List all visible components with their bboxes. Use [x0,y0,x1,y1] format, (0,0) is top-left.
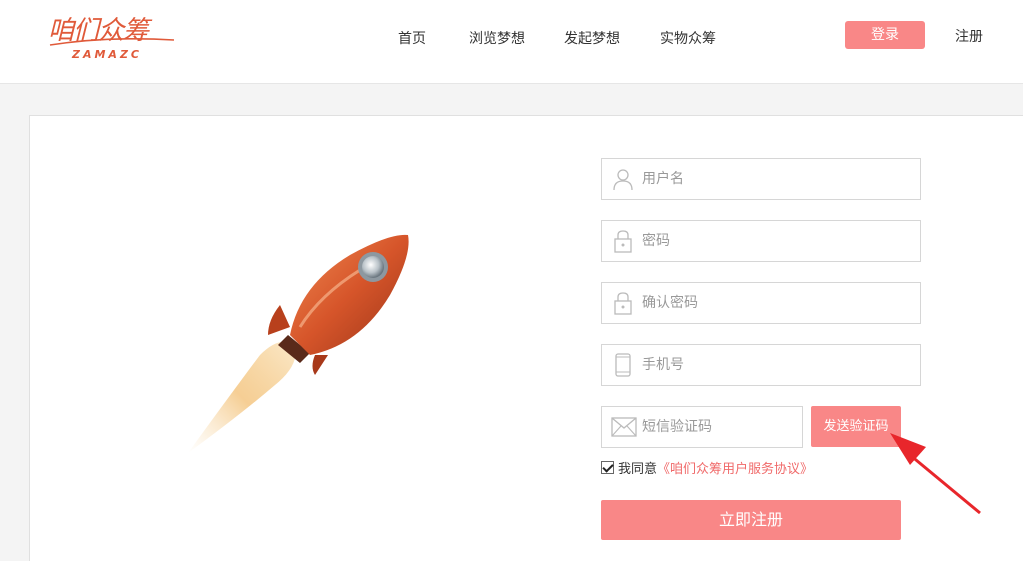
confirm-password-field[interactable] [601,282,921,324]
register-link[interactable]: 注册 [955,26,983,46]
lock-icon [614,292,632,315]
top-header: 咱们众筹 ZAMAZC 首页 浏览梦想 发起梦想 实物众筹 登录 注册 [0,0,1023,84]
nav-item-start-dream[interactable]: 发起梦想 [564,28,620,48]
sms-code-field[interactable] [601,406,803,448]
agreement-row: 我同意 《咱们众筹用户服务协议》 [601,458,813,477]
nav-item-browse-dreams[interactable]: 浏览梦想 [469,28,525,48]
username-field[interactable] [601,158,921,200]
sms-code-input[interactable] [642,407,792,447]
confirm-password-input[interactable] [642,283,912,323]
password-input[interactable] [642,221,912,261]
login-button[interactable]: 登录 [845,21,925,49]
logo-text-en: ZAMAZC [72,48,142,61]
password-field[interactable] [601,220,921,262]
user-icon [613,169,633,191]
agree-text: 我同意 [618,462,658,477]
nav-item-physical-crowdfunding[interactable]: 实物众筹 [660,28,716,48]
logo-swoosh-icon [49,37,175,46]
rocket-illustration [188,234,409,453]
nav-item-home[interactable]: 首页 [398,28,426,48]
phone-field[interactable] [601,344,921,386]
register-submit-button[interactable]: 立即注册 [601,500,901,540]
site-logo[interactable]: 咱们众筹 ZAMAZC [48,8,178,68]
phone-icon [615,353,631,377]
agreement-link[interactable]: 《咱们众筹用户服务协议》 [657,458,813,477]
lock-icon [614,230,632,253]
phone-input[interactable] [642,345,912,385]
mail-icon [611,417,637,437]
username-input[interactable] [642,159,912,199]
agree-checkbox[interactable] [601,461,614,474]
red-arrow-annotation [890,433,981,515]
